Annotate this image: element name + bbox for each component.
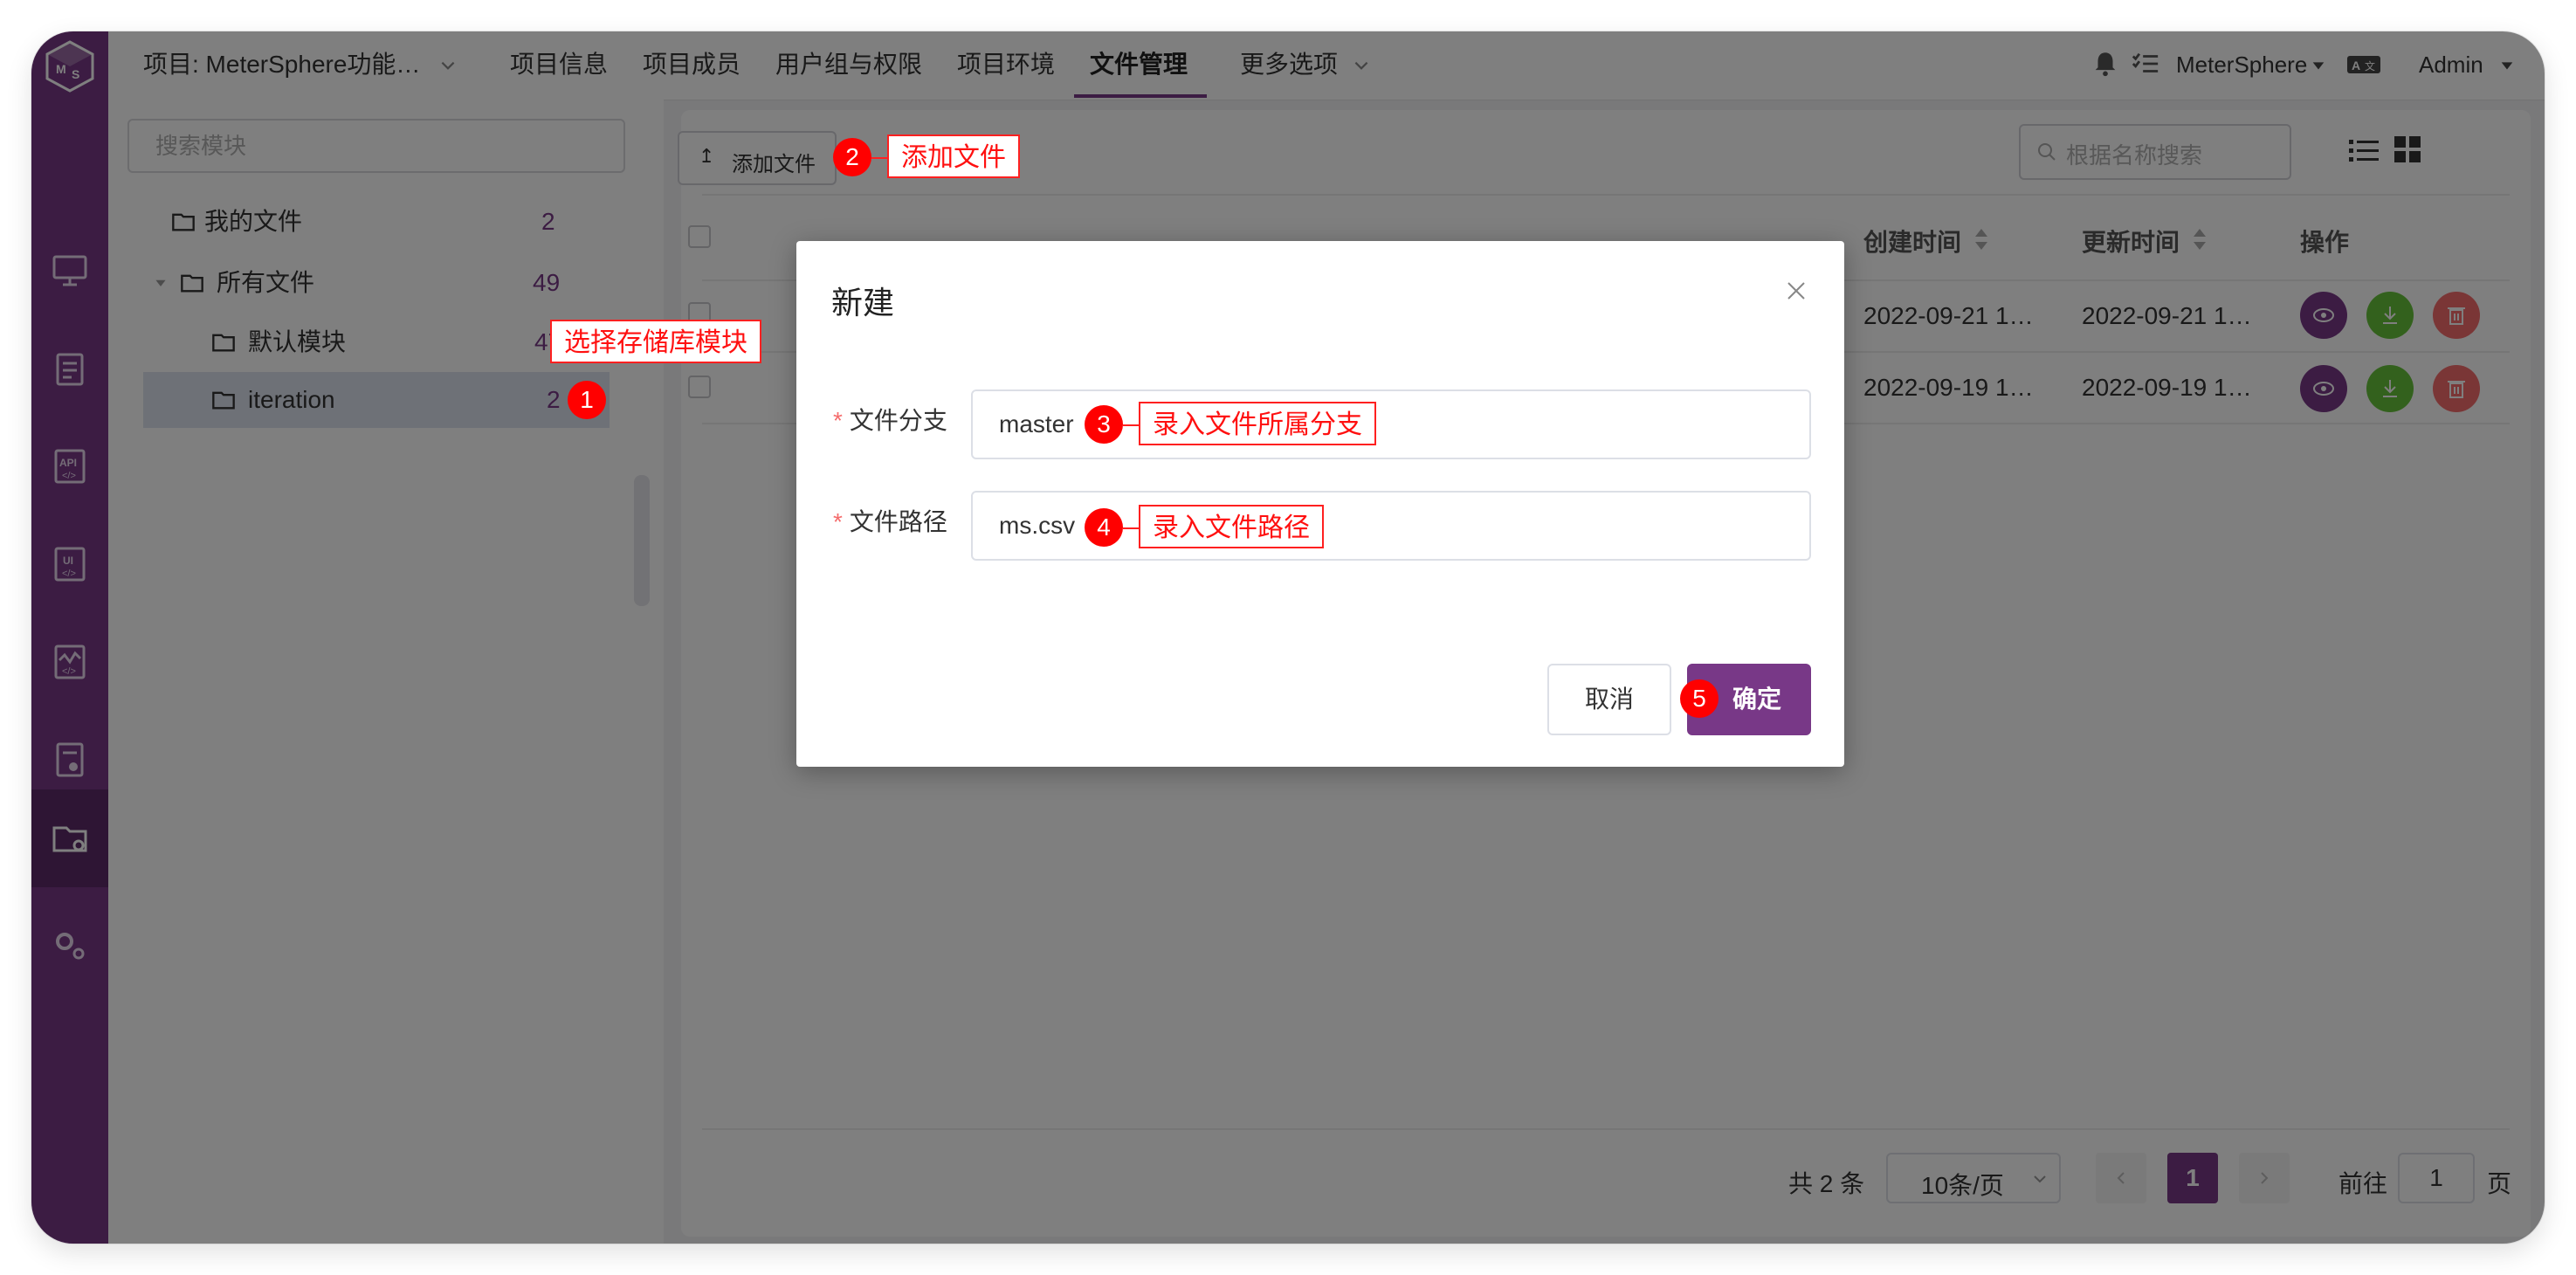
path-label: * 文件路径: [833, 508, 947, 535]
cancel-button[interactable]: 取消: [1547, 664, 1671, 735]
annotation-badge: 3: [1085, 405, 1123, 444]
app-window: M S API </> UI </> </>: [31, 31, 2545, 1244]
annotation-callout: 选择存储库模块: [550, 320, 761, 363]
new-file-dialog: 新建 * 文件分支 master 3 录入文件所属分支 * 文件路径 ms.csv …: [796, 241, 1844, 767]
branch-label: * 文件分支: [833, 407, 947, 434]
annotation-connector: [1123, 424, 1140, 426]
annotation-callout: 添加文件: [887, 134, 1020, 178]
annotation-badge: 2: [833, 138, 871, 176]
annotation-callout: 录入文件所属分支: [1139, 402, 1376, 445]
annotation-badge: 1: [568, 381, 606, 419]
annotation-badge: 4: [1085, 508, 1123, 547]
annotation-connector: [871, 157, 889, 159]
dialog-title: 新建: [831, 285, 895, 320]
annotation-callout: 录入文件路径: [1139, 505, 1324, 548]
close-icon[interactable]: [1785, 279, 1808, 302]
annotation-connector: [1123, 527, 1140, 529]
annotation-badge: 5: [1680, 679, 1718, 718]
